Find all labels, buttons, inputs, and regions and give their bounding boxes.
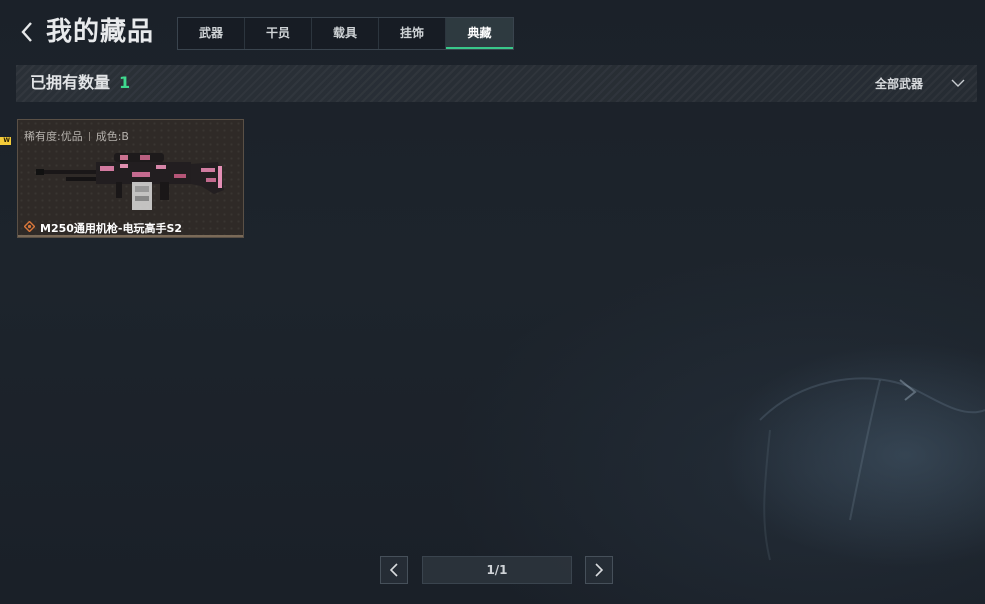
owned-count-label: 已拥有数量 bbox=[30, 73, 111, 92]
chevron-left-icon bbox=[390, 563, 398, 577]
back-button[interactable] bbox=[14, 18, 40, 46]
chevron-down-icon bbox=[951, 79, 965, 87]
diamond-rarity-icon bbox=[24, 221, 35, 232]
chevron-right-icon bbox=[595, 563, 603, 577]
page-title: 我的藏品 bbox=[46, 17, 155, 47]
next-page-button[interactable] bbox=[585, 556, 613, 584]
pagination: 1/1 bbox=[380, 556, 614, 585]
tab-weapons[interactable]: 武器 bbox=[178, 18, 245, 49]
weapon-image bbox=[36, 153, 224, 210]
item-wear: 成色:B bbox=[95, 130, 129, 143]
owned-count-bar: 已拥有数量 1 全部武器 bbox=[16, 65, 977, 102]
card-rarity-strip bbox=[18, 235, 243, 237]
owned-count-value: 1 bbox=[119, 73, 131, 92]
collection-item-card[interactable]: 稀有度:优品 成色:B M250通用机枪-电玩高手S2 bbox=[17, 119, 244, 238]
new-badge: W bbox=[0, 137, 11, 145]
prev-page-button[interactable] bbox=[380, 556, 408, 584]
tab-collection[interactable]: 典藏 bbox=[446, 18, 513, 49]
item-name: M250通用机枪-电玩高手S2 bbox=[40, 222, 183, 235]
weapon-filter-dropdown[interactable]: 全部武器 bbox=[875, 65, 965, 101]
tab-charms[interactable]: 挂饰 bbox=[379, 18, 446, 49]
item-meta: 稀有度:优品 成色:B bbox=[24, 128, 129, 144]
header-bar: 我的藏品 武器 干员 载具 挂饰 典藏 bbox=[0, 0, 985, 62]
page-indicator: 1/1 bbox=[422, 556, 572, 584]
item-rarity: 稀有度:优品 bbox=[24, 130, 83, 143]
category-tabs: 武器 干员 载具 挂饰 典藏 bbox=[177, 17, 514, 50]
chevron-left-icon bbox=[21, 22, 32, 42]
meta-divider bbox=[88, 132, 90, 141]
weapon-filter-label: 全部武器 bbox=[874, 76, 923, 91]
tab-operators[interactable]: 干员 bbox=[245, 18, 312, 49]
tab-vehicles[interactable]: 载具 bbox=[312, 18, 379, 49]
